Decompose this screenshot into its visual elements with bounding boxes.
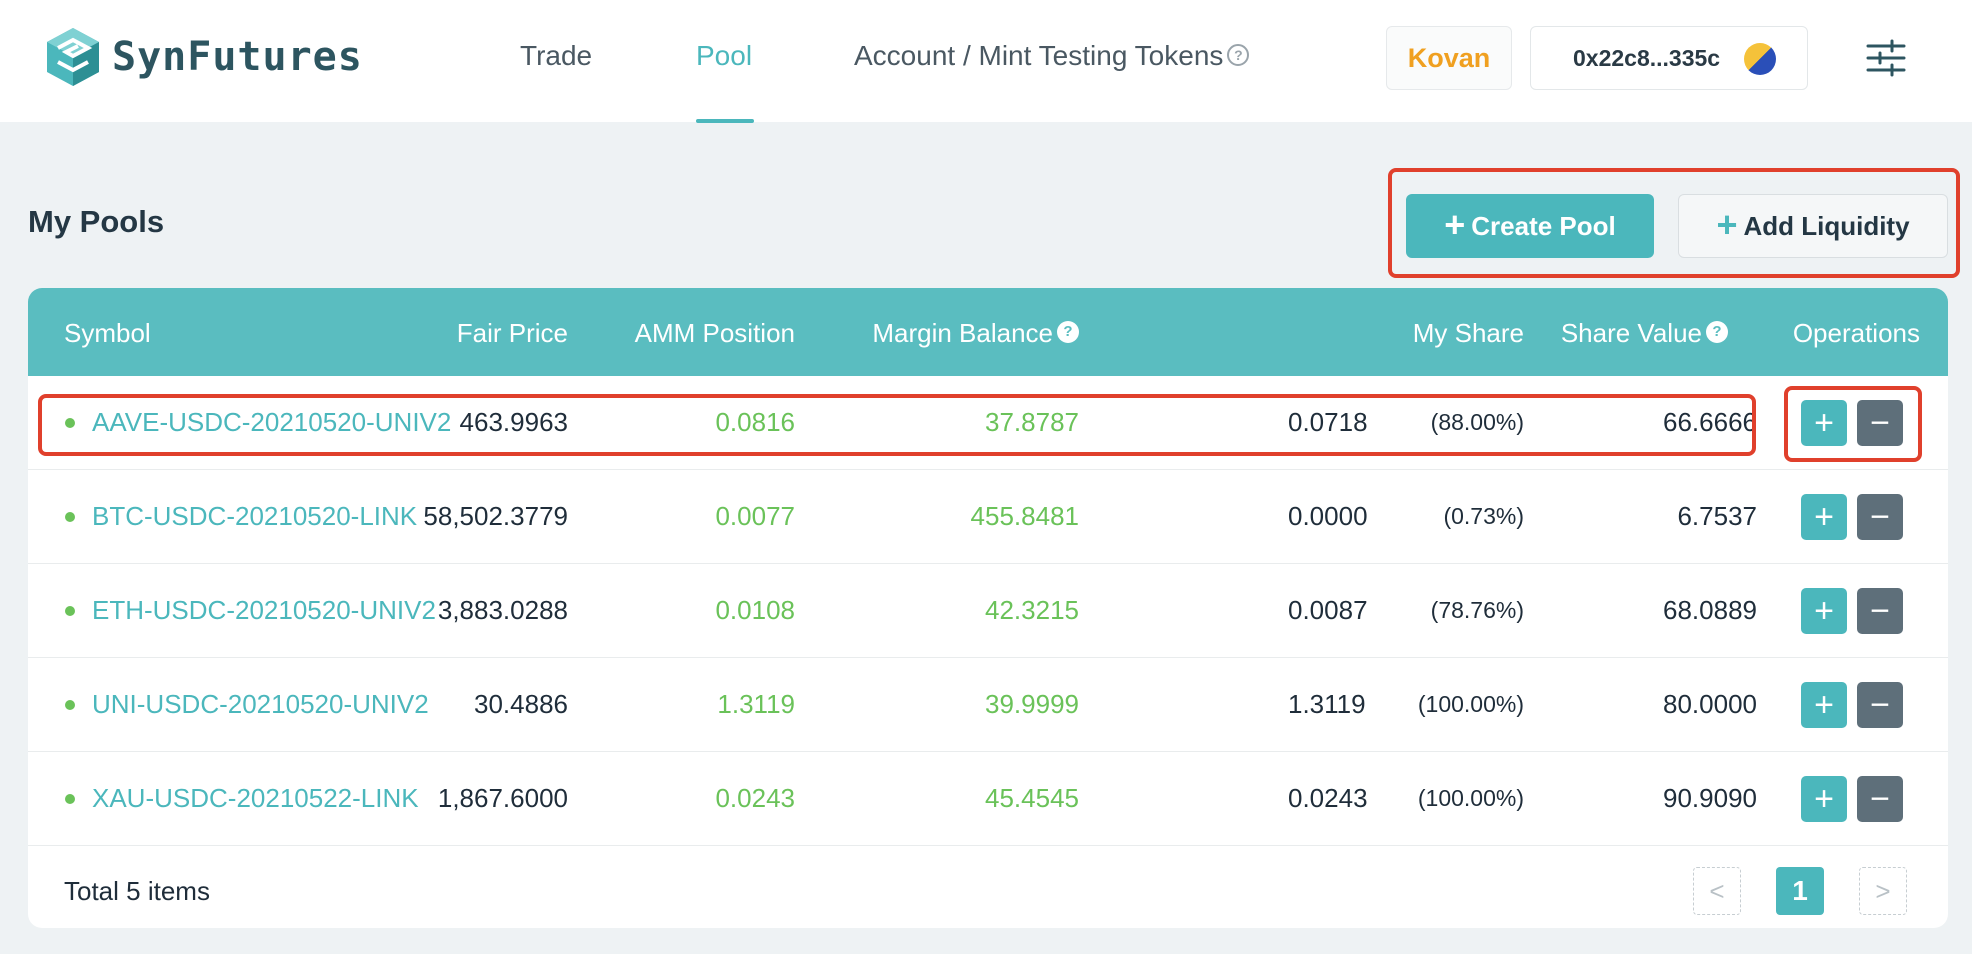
add-liquidity-row-button[interactable]: + [1801,776,1847,822]
amm-position: 0.0108 [715,595,795,625]
add-liquidity-label: Add Liquidity [1743,210,1910,241]
sliders-icon [1866,39,1906,77]
margin-balance: 45.4545 [985,783,1079,813]
col-margin-balance-label: Margin Balance [872,318,1053,348]
table-row: XAU-USDC-20210522-LINK 1,867.6000 0.0243… [28,752,1948,846]
symbol-link[interactable]: BTC-USDC-20210520-LINK [92,501,417,532]
col-symbol: Symbol [64,318,151,348]
symbol-link[interactable]: XAU-USDC-20210522-LINK [92,783,419,814]
add-liquidity-button[interactable]: + Add Liquidity [1678,194,1948,258]
remove-liquidity-row-button[interactable]: − [1857,776,1903,822]
plus-icon: + [1444,204,1466,245]
help-icon[interactable]: ? [1057,321,1079,344]
top-header: SynFutures Trade Pool Account / Mint Tes… [0,0,1972,123]
my-share: 0.0000 [1288,501,1368,531]
col-margin-balance: Margin Balance? [872,318,1079,349]
remove-liquidity-row-button[interactable]: − [1857,588,1903,634]
symbol-link[interactable]: ETH-USDC-20210520-UNIV2 [92,595,436,626]
col-my-share: My Share [1412,318,1524,348]
wallet-address: 0x22c8...335c [1573,44,1721,71]
status-dot [65,512,75,522]
amm-position: 0.0243 [715,783,795,813]
col-amm-position: AMM Position [634,318,795,348]
table-row: BTC-USDC-20210520-LINK 58,502.3779 0.007… [28,470,1948,564]
add-liquidity-row-button[interactable]: + [1801,588,1847,634]
col-operations: Operations [1792,318,1920,348]
nav-active-indicator [696,119,754,123]
my-share: 0.0243 [1288,783,1368,813]
share-percent: (100.00%) [1417,785,1524,811]
total-items: Total 5 items [64,876,210,906]
network-button[interactable]: Kovan [1386,26,1512,90]
plus-icon: + [1716,204,1738,245]
col-share-value: Share Value? [1561,318,1728,349]
settings-button[interactable] [1846,26,1926,90]
share-percent: (0.73%) [1443,503,1524,529]
remove-liquidity-row-button[interactable]: − [1857,682,1903,728]
amm-position: 1.3119 [717,689,795,719]
brand-logo[interactable]: SynFutures [44,24,363,90]
nav-trade[interactable]: Trade [520,40,592,72]
share-value: 68.0889 [1663,595,1757,625]
next-page-button[interactable]: > [1859,867,1907,915]
my-share: 1.3119 [1288,689,1366,719]
col-share-value-label: Share Value [1560,318,1702,348]
margin-balance: 42.3215 [985,595,1079,625]
page-title: My Pools [28,204,165,239]
symbol-link[interactable]: UNI-USDC-20210520-UNIV2 [92,689,429,720]
status-dot [65,606,75,616]
help-icon[interactable]: ? [1227,43,1250,66]
my-share: 0.0087 [1288,595,1368,625]
status-dot [65,700,75,710]
logo-cube-icon [47,28,99,86]
fair-price: 3,883.0288 [437,595,568,625]
share-percent: (100.00%) [1417,691,1524,717]
fair-price: 1,867.6000 [437,783,568,813]
share-percent: (78.76%) [1430,597,1524,623]
brand-name: SynFutures [112,34,363,80]
pools-table: Symbol Fair Price AMM Position Margin Ba… [28,288,1948,928]
nav-account[interactable]: Account / Mint Testing Tokens? [854,40,1250,72]
table-row: UNI-USDC-20210520-UNIV2 30.4886 1.3119 3… [28,658,1948,752]
table-footer: Total 5 items < 1 > [28,852,1948,928]
add-liquidity-row-button[interactable]: + [1801,494,1847,540]
share-value: 90.9090 [1663,783,1757,813]
table-header: Symbol Fair Price AMM Position Margin Ba… [28,288,1948,376]
share-value: 80.0000 [1663,689,1757,719]
help-icon[interactable]: ? [1706,321,1728,344]
remove-liquidity-row-button[interactable]: − [1857,494,1903,540]
margin-balance: 39.9999 [985,689,1079,719]
amm-position: 0.0077 [715,501,795,531]
fair-price: 58,502.3779 [423,501,568,531]
wallet-avatar-icon [1744,43,1776,75]
highlight-operations [1784,386,1922,462]
highlight-row [38,394,1756,456]
create-pool-label: Create Pool [1471,210,1616,241]
table-row: ETH-USDC-20210520-UNIV2 3,883.0288 0.010… [28,564,1948,658]
status-dot [65,794,75,804]
share-value: 6.7537 [1677,501,1757,531]
prev-page-button[interactable]: < [1693,867,1741,915]
nav-pool[interactable]: Pool [696,40,752,72]
create-pool-button[interactable]: + Create Pool [1406,194,1654,258]
col-fair-price: Fair Price [456,318,568,348]
add-liquidity-row-button[interactable]: + [1801,682,1847,728]
fair-price: 30.4886 [474,689,568,719]
nav-account-label: Account / Mint Testing Tokens [854,40,1224,71]
margin-balance: 455.8481 [970,501,1079,531]
page-1-button[interactable]: 1 [1776,867,1824,915]
